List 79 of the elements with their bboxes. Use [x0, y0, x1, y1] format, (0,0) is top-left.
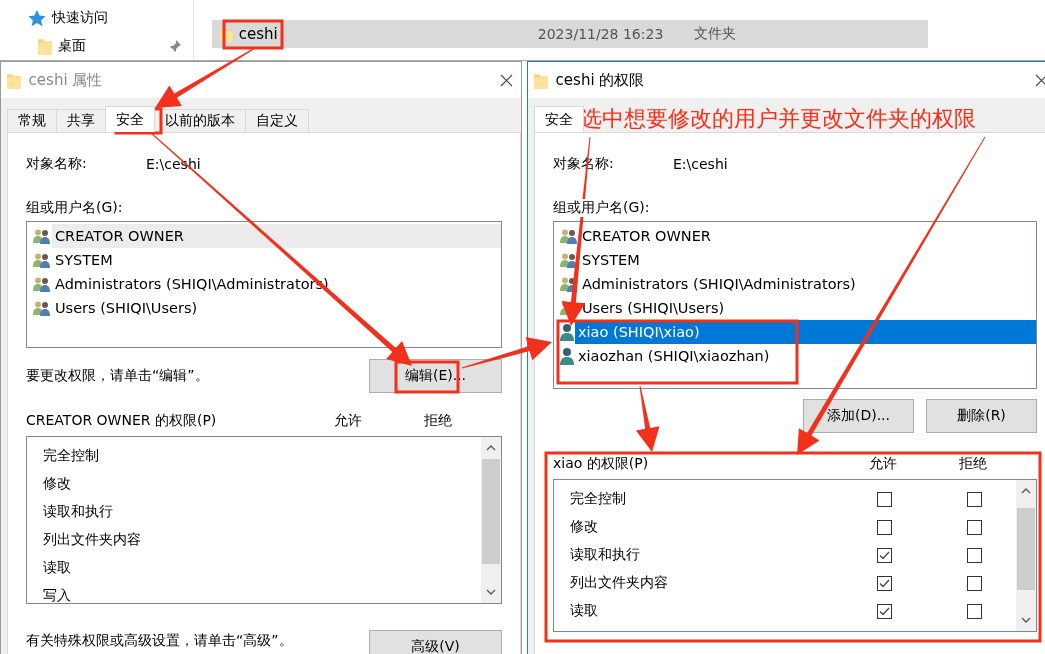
- close-icon[interactable]: [500, 73, 513, 87]
- user-list-item[interactable]: SYSTEM: [579, 248, 1036, 272]
- tab[interactable]: 安全: [105, 106, 155, 132]
- file-row[interactable]: ceshi 2023/11/28 16:23 文件夹: [212, 20, 928, 48]
- checkbox[interactable]: [876, 547, 892, 563]
- permission-name: 读取和执行: [43, 503, 114, 521]
- edit-hint: 要更改权限，请单击“编辑”。: [26, 367, 209, 385]
- nav-item[interactable]: 桌面: [58, 37, 163, 55]
- deny-header: 拒绝: [958, 455, 988, 473]
- user-list-item[interactable]: xiaozhan (SHIQI\xiaozhan): [575, 344, 1036, 368]
- user-group-icon: [32, 300, 52, 316]
- user-list-item[interactable]: xiao (SHIQI\xiao): [575, 320, 1036, 344]
- checkbox[interactable]: [966, 491, 982, 507]
- file-name: ceshi: [238, 25, 279, 43]
- file-type: 文件夹: [693, 25, 737, 43]
- user-group-icon: [559, 228, 579, 244]
- permission-name: 完全控制: [570, 490, 627, 508]
- scroll-down-icon[interactable]: [486, 589, 496, 595]
- permission-name: 修改: [43, 475, 72, 493]
- remove-button[interactable]: 删除(R): [926, 399, 1037, 433]
- checkbox[interactable]: [966, 519, 982, 535]
- folder-icon: [7, 71, 21, 89]
- user-list-item[interactable]: SYSTEM: [52, 248, 501, 272]
- annotation-arrow: [635, 385, 660, 452]
- permission-name: 读取: [43, 559, 72, 577]
- permission-name: 列出文件夹内容: [570, 574, 669, 592]
- tab[interactable]: 常规: [7, 109, 57, 132]
- permission-name: 写入: [43, 587, 72, 603]
- object-name-label: 对象名称:: [26, 155, 88, 173]
- add-button[interactable]: 添加(D)...: [803, 399, 914, 433]
- scroll-up-icon[interactable]: [1021, 488, 1031, 494]
- file-date: 2023/11/28 16:23: [537, 26, 665, 42]
- permission-name: 读取: [570, 602, 599, 620]
- checkbox[interactable]: [966, 575, 982, 591]
- checkbox[interactable]: [966, 547, 982, 563]
- permission-name: 列出文件夹内容: [43, 531, 142, 549]
- checkbox[interactable]: [966, 603, 982, 619]
- user-group-icon: [32, 252, 52, 268]
- user-group-icon: [32, 276, 52, 292]
- checkbox[interactable]: [876, 519, 892, 535]
- user-icon: [559, 323, 575, 341]
- highlight-frame: [114, 107, 163, 135]
- close-icon[interactable]: [1035, 73, 1045, 87]
- advanced-button[interactable]: 高级(V): [369, 630, 502, 654]
- scroll-down-icon[interactable]: [1021, 617, 1031, 623]
- user-list-item[interactable]: CREATOR OWNER: [52, 224, 501, 248]
- permissions-label: xiao 的权限(P): [553, 455, 650, 473]
- highlight-frame: [222, 19, 284, 50]
- scrollbar[interactable]: [1016, 480, 1036, 631]
- user-list-item[interactable]: CREATOR OWNER: [579, 224, 1036, 248]
- users-label: 组或用户名(G):: [26, 199, 123, 217]
- star-icon: [28, 9, 46, 27]
- folder-icon: [534, 71, 548, 89]
- permissions-label: CREATOR OWNER 的权限(P): [26, 412, 218, 430]
- advanced-hint: 有关特殊权限或高级设置，请单击“高级”。: [26, 632, 293, 650]
- tab[interactable]: 安全: [534, 106, 584, 132]
- deny-header: 拒绝: [423, 412, 453, 430]
- allow-header: 允许: [868, 455, 898, 473]
- window-title: ceshi 的权限: [555, 70, 646, 90]
- checkbox[interactable]: [876, 575, 892, 591]
- window-title: ceshi 属性: [28, 70, 104, 90]
- user-list-item[interactable]: Administrators (SHIQI\Administrators): [579, 272, 1036, 296]
- users-label: 组或用户名(G):: [553, 199, 650, 217]
- permission-name: 读取和执行: [570, 546, 641, 564]
- folder-icon: [38, 37, 53, 55]
- checkbox[interactable]: [876, 603, 892, 619]
- scroll-up-icon[interactable]: [486, 445, 496, 451]
- tab[interactable]: 自定义: [245, 109, 309, 132]
- user-list-item[interactable]: Users (SHIQI\Users): [579, 296, 1036, 320]
- user-group-icon: [32, 228, 52, 244]
- object-name-value: E:\ceshi: [673, 156, 728, 172]
- permission-name: 修改: [570, 518, 599, 536]
- user-list-item[interactable]: Users (SHIQI\Users): [52, 296, 501, 320]
- scrollbar[interactable]: [481, 437, 501, 603]
- allow-header: 允许: [333, 412, 363, 430]
- checkbox[interactable]: [876, 491, 892, 507]
- nav-item[interactable]: 快速访问: [52, 9, 181, 27]
- permission-name: 完全控制: [43, 447, 100, 465]
- user-icon: [559, 347, 575, 365]
